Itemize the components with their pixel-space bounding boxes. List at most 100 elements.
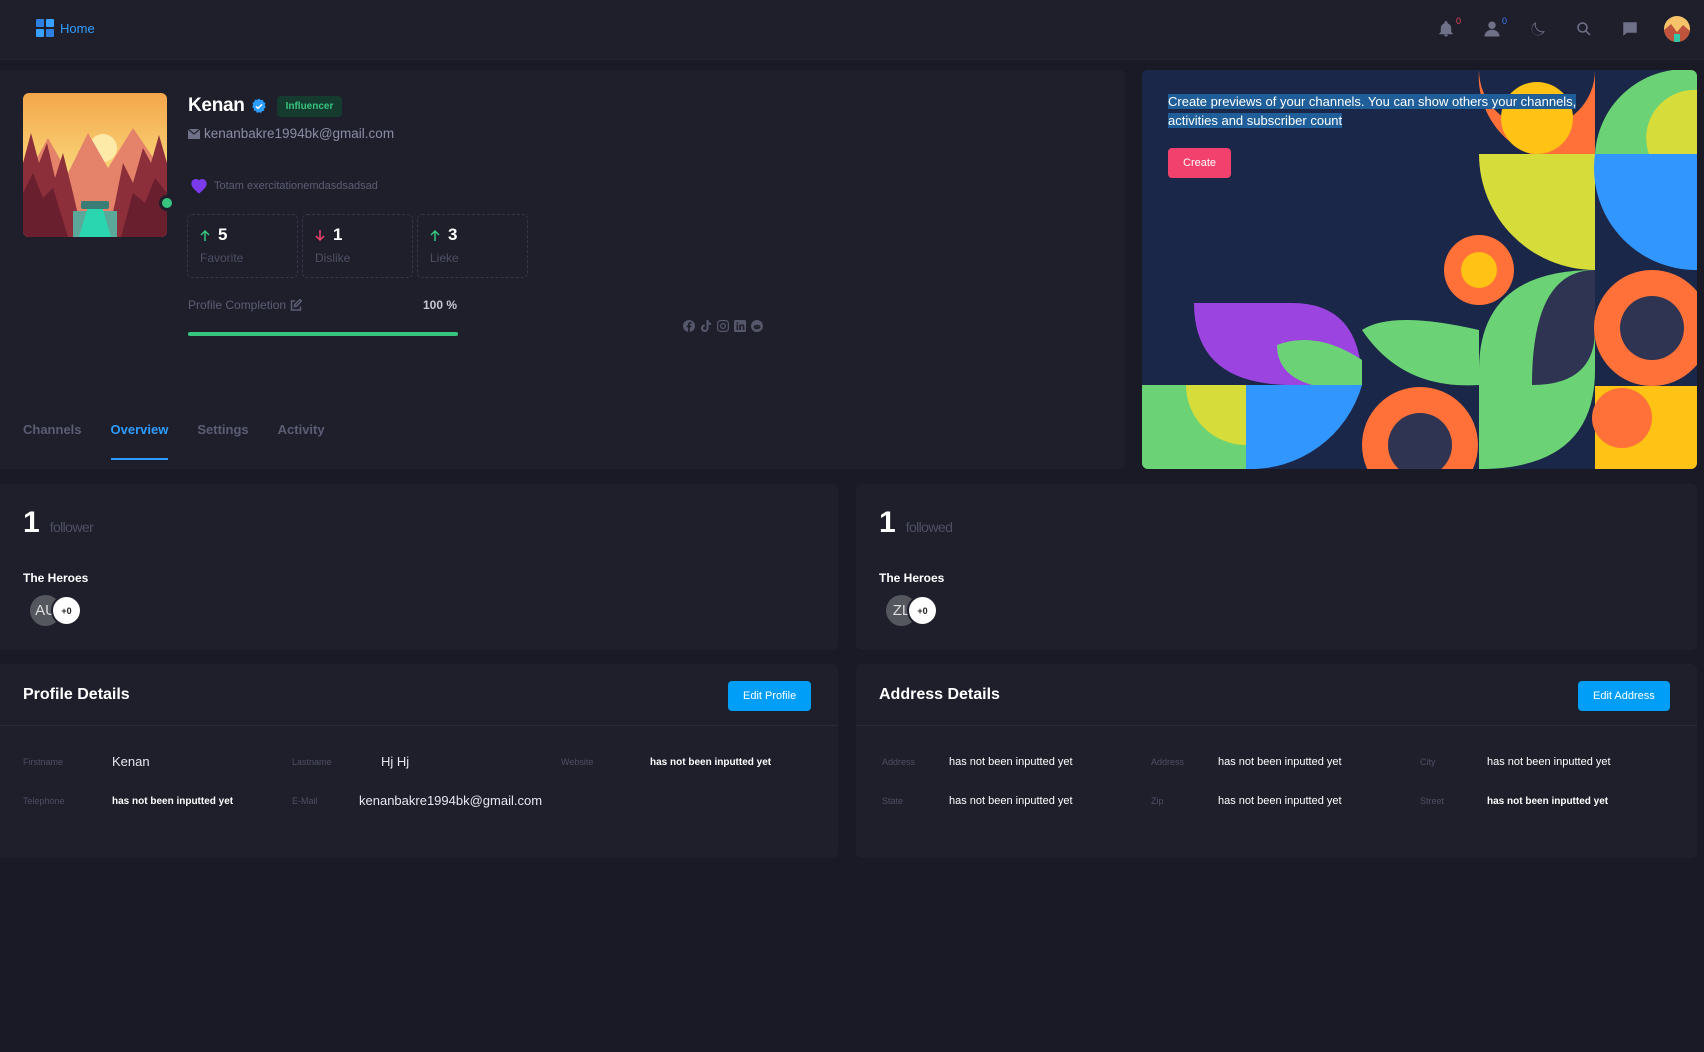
notifications-button[interactable]: 0 xyxy=(1434,14,1461,44)
profile-avatar xyxy=(23,93,175,237)
tiktok-icon[interactable] xyxy=(700,320,712,332)
profile-name-row: Kenan Influencer xyxy=(188,95,343,117)
apps-grid-icon xyxy=(36,19,54,37)
email-value: kenanbakre1994bk@gmail.com xyxy=(359,793,543,808)
telephone-value: has not been inputted yet xyxy=(112,796,234,807)
profile-completion-value: 100 % xyxy=(423,298,458,312)
followers-group-name: The Heroes xyxy=(23,571,89,585)
street-label: Street xyxy=(1420,796,1445,806)
tab-channels[interactable]: Channels xyxy=(23,422,82,460)
stat-favorite: 5 Favorite xyxy=(187,214,298,278)
more-avatars-badge[interactable]: +0 xyxy=(907,595,938,626)
tab-overview[interactable]: Overview xyxy=(110,422,169,460)
create-button[interactable]: Create xyxy=(1168,148,1232,178)
users-button[interactable]: 0 xyxy=(1480,14,1507,44)
followers-card: 1 follower The Heroes AU +0 xyxy=(0,484,838,650)
arrow-up-icon xyxy=(430,229,440,241)
profile-bio-row: Totam exercitationemdasdsadsad xyxy=(190,178,378,194)
address-label: Address xyxy=(882,757,916,767)
user-icon xyxy=(1484,21,1500,37)
banner-text: Create previews of your channels. You ca… xyxy=(1168,92,1628,130)
profile-card: Kenan Influencer kenanbakre1994bk@gmail.… xyxy=(0,70,1125,469)
stat-label: Lieke xyxy=(430,251,459,265)
more-avatars-badge[interactable]: +0 xyxy=(51,595,82,626)
profile-email: kenanbakre1994bk@gmail.com xyxy=(204,126,395,141)
stat-value: 1 xyxy=(333,225,343,244)
profile-details-header: Profile Details Edit Profile xyxy=(0,664,838,726)
home-link[interactable]: Home xyxy=(36,19,95,37)
stat-label: Dislike xyxy=(315,251,351,265)
telephone-label: Telephone xyxy=(23,796,65,806)
followed-avatar-group[interactable]: ZL +0 xyxy=(886,595,938,626)
lastname-label: Lastname xyxy=(292,757,332,767)
progress-fill xyxy=(188,332,458,336)
edit-address-button[interactable]: Edit Address xyxy=(1578,681,1670,711)
city-value: has not been inputted yet xyxy=(1487,756,1611,768)
stat-label: Favorite xyxy=(200,251,244,265)
instagram-icon[interactable] xyxy=(717,320,729,332)
profile-tabs: Channels Overview Settings Activity xyxy=(23,422,325,460)
edit-profile-button[interactable]: Edit Profile xyxy=(728,681,812,711)
profile-details-title: Profile Details xyxy=(23,686,130,703)
stat-value: 3 xyxy=(448,225,458,244)
search-icon xyxy=(1577,22,1591,36)
tab-activity[interactable]: Activity xyxy=(278,422,325,460)
city-label: City xyxy=(1420,757,1436,767)
moon-icon xyxy=(1531,22,1545,36)
theme-toggle[interactable] xyxy=(1526,14,1550,44)
social-links xyxy=(683,320,763,332)
verified-icon xyxy=(251,98,267,114)
followed-count: 1 xyxy=(879,506,896,539)
online-status-dot xyxy=(159,195,175,211)
address-value: has not been inputted yet xyxy=(949,756,1073,768)
followed-count-row: 1 followed xyxy=(879,506,953,540)
chat-icon xyxy=(1623,22,1637,36)
zip-label: Zip xyxy=(1151,796,1164,806)
reddit-icon[interactable] xyxy=(751,320,763,332)
edit-icon[interactable] xyxy=(290,299,303,311)
profile-avatar-image xyxy=(23,93,167,237)
banner-text-content: Create previews of your channels. You ca… xyxy=(1168,94,1577,128)
tab-settings[interactable]: Settings xyxy=(197,422,248,460)
stat-dislike: 1 Dislike xyxy=(302,214,413,278)
messages-button[interactable] xyxy=(1618,14,1642,44)
channel-preview-banner: Create previews of your channels. You ca… xyxy=(1142,70,1697,469)
street-value: has not been inputted yet xyxy=(1487,796,1609,807)
profile-completion-label[interactable]: Profile Completion xyxy=(188,298,303,312)
state-value: has not been inputted yet xyxy=(949,795,1073,807)
mail-icon xyxy=(188,128,200,139)
address-details-card: Address Details Edit Address Address has… xyxy=(856,664,1697,858)
zip-value: has not been inputted yet xyxy=(1218,795,1342,807)
notifications-count: 0 xyxy=(1455,16,1461,26)
lastname-value: Hj Hj xyxy=(381,754,410,769)
email-label: E-Mail xyxy=(292,796,318,806)
firstname-label: Firstname xyxy=(23,757,64,767)
followed-card: 1 followed The Heroes ZL +0 xyxy=(856,484,1697,650)
profile-name: Kenan xyxy=(188,95,245,116)
heart-icon xyxy=(190,178,208,194)
followers-count-row: 1 follower xyxy=(23,506,94,540)
followed-group-name: The Heroes xyxy=(879,571,945,585)
followers-avatar-group[interactable]: AU +0 xyxy=(30,595,82,626)
profile-stats: 5 Favorite 1 Dislike 3 Lieke xyxy=(187,214,528,278)
search-button[interactable] xyxy=(1572,14,1596,44)
followers-count: 1 xyxy=(23,506,40,539)
profile-completion-text: Profile Completion xyxy=(188,298,287,312)
website-label: Website xyxy=(561,757,594,767)
linkedin-icon[interactable] xyxy=(734,320,746,332)
state-label: State xyxy=(882,796,904,806)
followed-label: followed xyxy=(905,519,953,535)
arrow-up-icon xyxy=(200,229,210,241)
user-avatar[interactable] xyxy=(1664,16,1690,42)
profile-details-card: Profile Details Edit Profile Firstname K… xyxy=(0,664,838,858)
facebook-icon[interactable] xyxy=(683,320,695,332)
address-label-2: Address xyxy=(1151,757,1185,767)
stat-lieke: 3 Lieke xyxy=(417,214,528,278)
profile-email-row[interactable]: kenanbakre1994bk@gmail.com xyxy=(188,126,394,141)
influencer-badge: Influencer xyxy=(276,95,343,117)
profile-completion-progress xyxy=(188,332,458,336)
users-count: 0 xyxy=(1501,16,1507,26)
top-bar: Home 0 0 xyxy=(0,0,1704,60)
top-bar-actions: 0 0 xyxy=(1434,14,1690,44)
address-details-header: Address Details Edit Address xyxy=(856,664,1697,726)
